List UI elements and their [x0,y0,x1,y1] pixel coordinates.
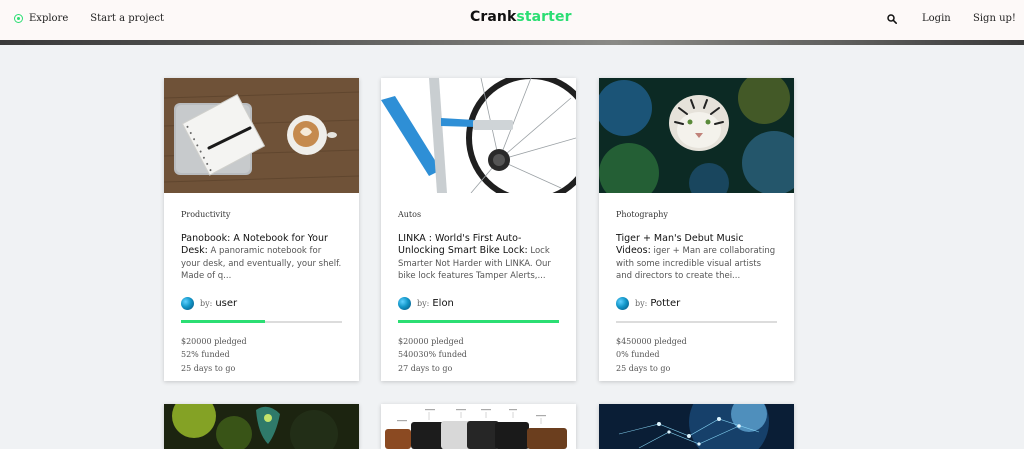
creator-name: Potter [650,297,681,309]
days-to-go: 27 days to go [398,363,453,373]
project-description[interactable]: Panobook: A Notebook for Your Desk: A pa… [181,233,342,283]
funding-progress-fill [398,320,559,323]
project-card[interactable]: Productivity Panobook: A Notebook for Yo… [164,78,359,381]
project-stats: $20000 pledged 540030% funded 27 days to… [398,335,559,376]
pledged-amount: $20000 pledged [398,336,464,346]
funding-progress-bar [181,320,342,323]
funding-progress-bar [398,320,559,323]
pledged-amount: $20000 pledged [181,336,247,346]
days-to-go: 25 days to go [616,363,671,373]
avatar [181,296,194,310]
avatar [398,296,411,310]
logo-part-2: starter [516,9,572,25]
project-image[interactable] [381,78,576,193]
start-project-link[interactable]: Start a project [90,13,164,24]
creator-name: Elon [432,297,454,309]
funded-percent: 52% funded [181,350,230,359]
project-card[interactable]: Autos LINKA : World's First Auto-Unlocki… [381,78,576,381]
project-category: Autos [398,210,422,219]
project-description[interactable]: LINKA : World's First Auto-Unlocking Sma… [398,233,559,283]
project-stats: $20000 pledged 52% funded 25 days to go [181,335,342,376]
explore-label: Explore [29,13,69,24]
site-logo[interactable]: Crankstarter [470,9,572,25]
funding-progress-bar [616,320,777,323]
project-category: Photography [616,210,668,219]
project-card[interactable] [164,404,359,449]
search-icon[interactable] [887,14,897,24]
project-description[interactable]: Tiger + Man's Debut Music Videos: iger +… [616,233,777,283]
signup-link[interactable]: Sign up! [973,13,1016,24]
pledged-amount: $450000 pledged [616,336,687,346]
project-card[interactable] [381,404,576,449]
login-link[interactable]: Login [922,13,951,24]
creator-name: user [215,297,238,309]
compass-icon [14,14,23,23]
funded-percent: 540030% funded [398,350,467,359]
project-card[interactable]: Photography Tiger + Man's Debut Music Vi… [599,78,794,381]
by-label: by: [417,298,430,308]
project-creator[interactable]: by: Potter [616,296,777,310]
project-image[interactable] [599,78,794,193]
funded-percent: 0% funded [616,350,660,359]
project-image[interactable] [164,404,359,449]
project-creator[interactable]: by: user [181,296,342,310]
project-image[interactable] [599,404,794,449]
days-to-go: 25 days to go [181,363,236,373]
funding-progress-fill [181,320,265,323]
project-creator[interactable]: by: Elon [398,296,559,310]
project-image[interactable] [164,78,359,193]
avatar [616,296,629,310]
by-label: by: [200,298,213,308]
project-category: Productivity [181,210,231,219]
project-stats: $450000 pledged 0% funded 25 days to go [616,335,777,376]
project-title: LINKA : World's First Auto-Unlocking Sma… [398,233,528,256]
nav-left: Explore Start a project [14,13,164,24]
explore-link[interactable]: Explore [14,13,68,24]
project-card[interactable] [599,404,794,449]
by-label: by: [635,298,648,308]
hero-image-strip [0,40,1024,45]
project-image[interactable] [381,404,576,449]
logo-part-1: Crank [470,9,517,25]
